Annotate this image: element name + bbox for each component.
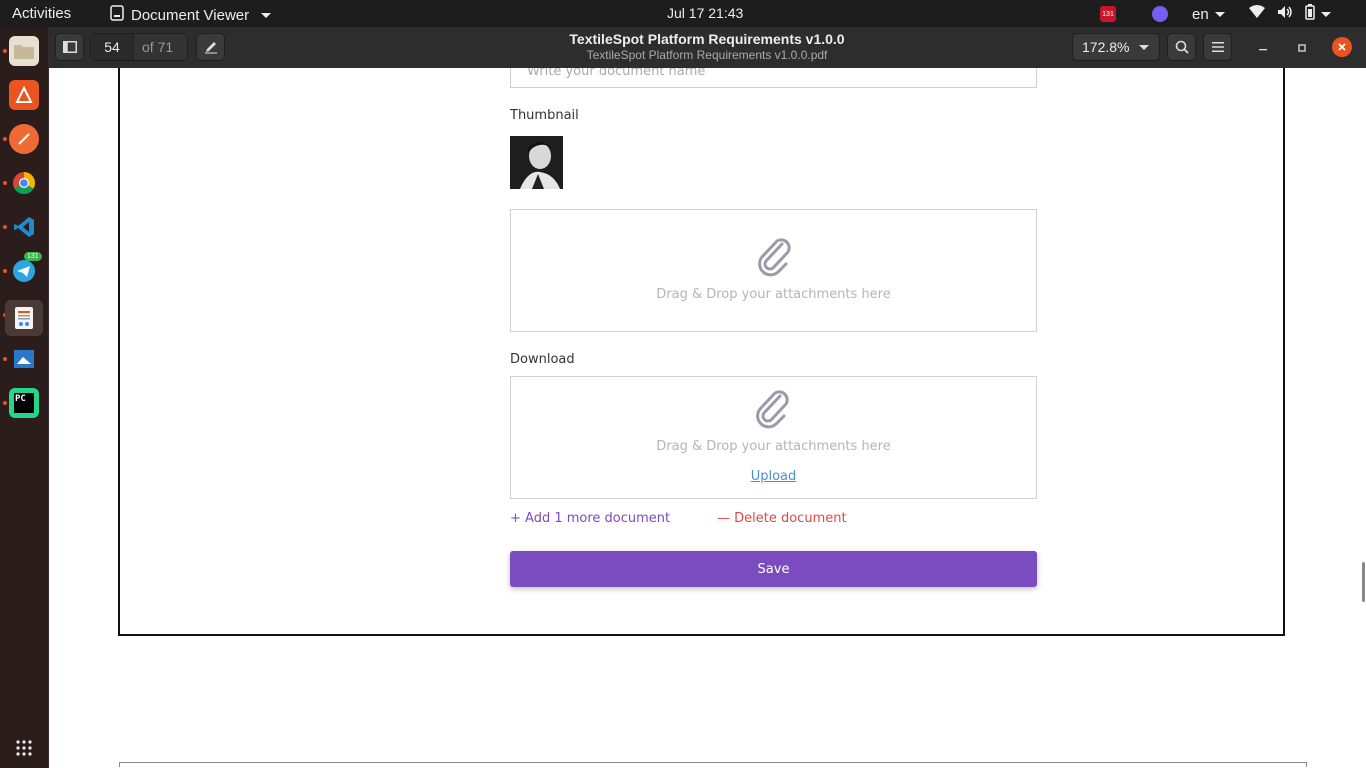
activities-button[interactable]: Activities <box>12 5 71 22</box>
document-title-block: TextileSpot Platform Requirements v1.0.0… <box>469 31 945 62</box>
next-pdf-page <box>119 762 1307 767</box>
maximize-button[interactable] <box>1291 37 1313 59</box>
app-menu[interactable]: Document Viewer <box>109 5 272 25</box>
viewer-header-bar: 54 of 71 TextileSpot Platform Requiremen… <box>49 27 1366 69</box>
chrome-icon[interactable] <box>9 168 39 198</box>
chevron-down-icon <box>1139 44 1150 50</box>
total-pages-label: of 71 <box>142 39 174 55</box>
drop-zone-text: Drag & Drop your attachments here <box>656 287 891 302</box>
image-viewer-icon[interactable] <box>9 344 39 374</box>
document-filename: TextileSpot Platform Requirements v1.0.0… <box>586 48 828 62</box>
pycharm-icon[interactable]: PC <box>9 388 39 418</box>
document-canvas[interactable]: Write your document name Thumbnail Drag … <box>49 68 1366 768</box>
zoom-value: 172.8% <box>1082 39 1130 55</box>
files-icon[interactable] <box>9 36 39 66</box>
document-name-input[interactable]: Write your document name <box>510 68 1037 88</box>
drop-zone-text: Drag & Drop your attachments here <box>656 439 891 454</box>
paperclip-icon <box>756 390 789 429</box>
chevron-down-icon <box>1214 11 1225 17</box>
running-indicator <box>3 137 7 141</box>
postman-icon[interactable] <box>9 124 39 154</box>
close-icon <box>1338 43 1346 51</box>
pencil-icon <box>204 42 217 54</box>
current-page-input[interactable]: 54 <box>91 34 134 60</box>
sidebar-icon <box>62 41 77 53</box>
system-top-bar: Activities Document Viewer Jul 17 21:43 … <box>0 0 1366 27</box>
minimize-button[interactable] <box>1252 37 1274 59</box>
vscode-icon[interactable] <box>9 212 39 242</box>
sidebar-toggle-button[interactable] <box>55 33 84 61</box>
save-button[interactable]: Save <box>510 551 1037 587</box>
language-indicator[interactable]: en <box>1192 6 1225 23</box>
telegram-badge: 131 <box>24 252 42 261</box>
running-indicator <box>3 401 7 405</box>
thumbnail-drop-zone[interactable]: Drag & Drop your attachments here <box>510 209 1037 332</box>
battery-icon[interactable] <box>1304 4 1315 24</box>
running-indicator <box>3 181 7 185</box>
hamburger-icon <box>1211 42 1224 52</box>
language-label: en <box>1192 5 1209 23</box>
download-label: Download <box>510 352 575 367</box>
page-number-field[interactable]: 54 of 71 <box>90 33 188 61</box>
zoom-selector[interactable]: 172.8% <box>1072 33 1160 61</box>
telegram-icon[interactable]: 131 <box>9 252 42 286</box>
running-indicator <box>3 225 7 229</box>
show-applications-icon[interactable] <box>9 733 39 763</box>
calendar-indicator-icon[interactable]: 131 <box>1100 6 1116 22</box>
app-menu-label: Document Viewer <box>131 6 250 24</box>
paperclip-icon <box>758 238 791 277</box>
restore-icon <box>1298 44 1306 52</box>
clock[interactable]: Jul 17 21:43 <box>667 5 743 21</box>
upload-link[interactable]: Upload <box>511 469 1036 484</box>
system-tray[interactable]: 131 en <box>1100 4 1331 24</box>
dock: 131 PC <box>0 27 49 768</box>
document-viewer-dock-icon[interactable] <box>5 300 43 336</box>
pycharm-label: PC <box>14 393 34 413</box>
search-icon <box>1175 40 1189 54</box>
running-indicator <box>3 269 7 273</box>
delete-document-button[interactable]: — Delete document <box>717 511 847 526</box>
calendar-badge: 131 <box>1102 10 1114 18</box>
viber-icon[interactable] <box>1152 6 1168 22</box>
search-button[interactable] <box>1167 33 1196 61</box>
wifi-icon[interactable] <box>1248 5 1265 23</box>
chevron-down-icon <box>261 12 272 18</box>
vertical-scrollbar[interactable] <box>1362 562 1365 602</box>
download-drop-zone[interactable]: Drag & Drop your attachments here Upload <box>510 376 1037 499</box>
annotate-button[interactable] <box>196 33 225 61</box>
minimize-icon <box>1259 49 1267 51</box>
document-viewer-icon <box>109 5 125 25</box>
running-indicator <box>3 357 7 361</box>
main-menu-button[interactable] <box>1203 33 1232 61</box>
software-center-icon[interactable] <box>9 80 39 110</box>
pdf-page: Write your document name Thumbnail Drag … <box>118 68 1285 636</box>
running-indicator <box>3 49 7 53</box>
system-menu-chevron-icon[interactable] <box>1320 11 1331 17</box>
thumbnail-label: Thumbnail <box>510 108 579 123</box>
close-button[interactable] <box>1332 37 1352 57</box>
thumbnail-image[interactable] <box>510 136 563 189</box>
add-document-button[interactable]: + Add 1 more document <box>510 511 670 526</box>
document-title: TextileSpot Platform Requirements v1.0.0 <box>569 31 845 47</box>
volume-icon[interactable] <box>1277 5 1293 23</box>
